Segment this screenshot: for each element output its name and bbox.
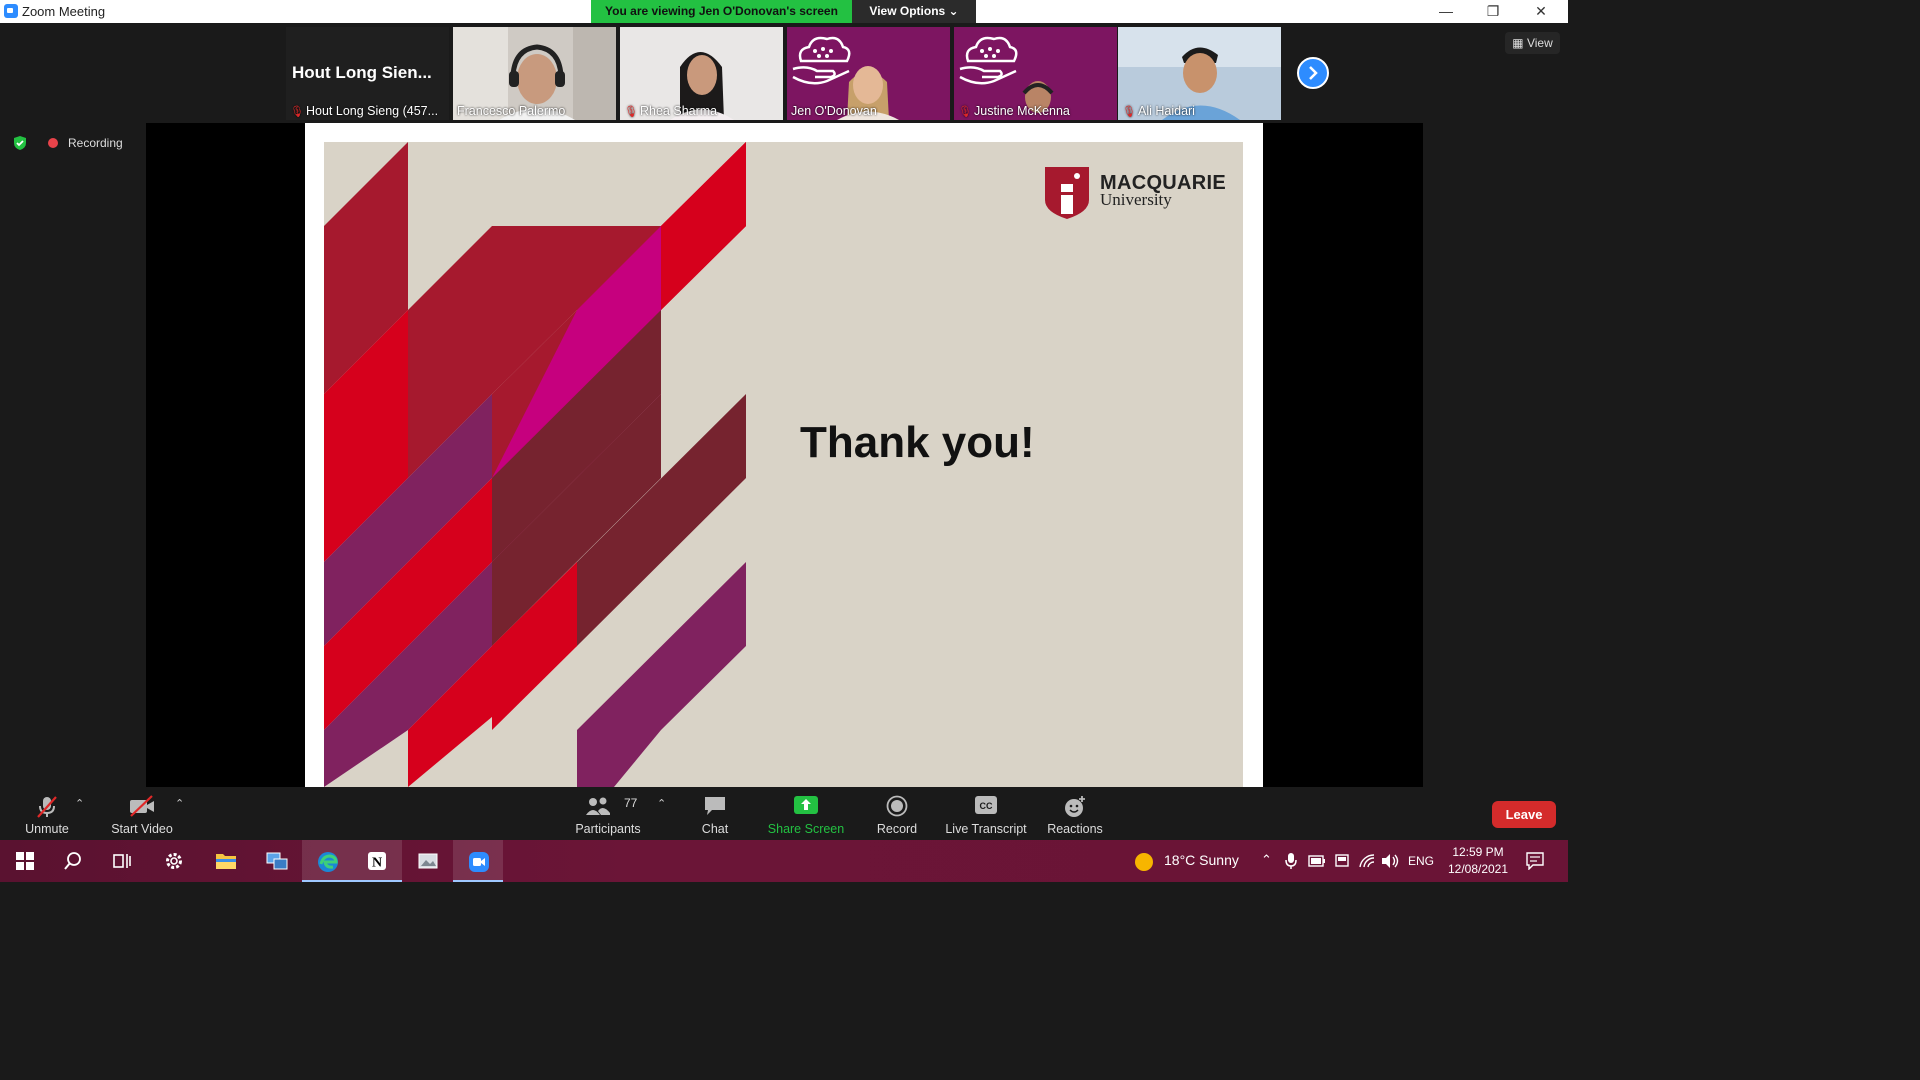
title-bar: Zoom Meeting You are viewing Jen O'Donov… [0, 0, 1568, 23]
logo-subtext: University [1100, 190, 1172, 209]
closed-caption-icon: CC [975, 796, 997, 814]
participant-name: 🎙 Rhea Sharma [624, 104, 718, 118]
participant-tile[interactable]: Francesco Palermo [453, 27, 616, 120]
reactions-icon [1065, 796, 1085, 817]
image-viewer-icon [418, 853, 438, 869]
participant-tile[interactable]: Hout Long Sien... 🎙 Hout Long Sieng (457.… [286, 27, 449, 120]
search-button[interactable] [48, 840, 98, 882]
grid-icon: ▦ [1512, 36, 1527, 50]
participant-name: 🎙 Ali Haidari [1122, 104, 1195, 118]
windows-taskbar: N 18°C Sunny ⌃ ENG 12:59 PM 12/08/2021 [0, 840, 1568, 882]
security-shield-icon[interactable] [12, 135, 28, 151]
notion-icon: N [368, 852, 386, 871]
decorative-stripes [324, 142, 746, 787]
participants-options-caret-icon[interactable]: ⌃ [657, 797, 666, 810]
muted-mic-icon: 🎙 [290, 106, 304, 118]
taskbar-edge-app[interactable] [302, 840, 352, 882]
next-participants-button[interactable] [1297, 57, 1329, 89]
unmute-button[interactable]: Unmute [14, 787, 80, 840]
task-view-button[interactable] [97, 840, 147, 882]
sunny-weather-icon[interactable] [1134, 852, 1154, 872]
participant-name: Francesco Palermo [457, 104, 566, 118]
recording-dot-icon [48, 138, 58, 148]
viewing-screen-banner: You are viewing Jen O'Donovan's screen [591, 0, 852, 23]
display-icon[interactable] [1334, 853, 1350, 869]
taskbar-photos-app[interactable] [402, 840, 452, 882]
close-icon[interactable]: ✕ [1518, 0, 1564, 23]
task-view-icon [113, 854, 131, 868]
search-icon [64, 852, 81, 870]
participant-tile[interactable]: 🎙 Justine McKenna [954, 27, 1117, 120]
share-screen-button[interactable]: Share Screen [762, 787, 850, 840]
taskbar-notion-app[interactable]: N [352, 840, 402, 882]
weather-text[interactable]: 18°C Sunny [1164, 852, 1239, 868]
notifications-icon[interactable] [1526, 852, 1544, 870]
video-off-icon [130, 795, 154, 817]
input-language[interactable]: ENG [1408, 854, 1434, 868]
chevron-right-icon [1309, 66, 1318, 80]
share-screen-icon [794, 796, 818, 814]
slide-heading: Thank you! [800, 418, 1035, 467]
record-icon [886, 795, 908, 817]
participants-icon [586, 797, 610, 815]
audio-options-caret-icon[interactable]: ⌃ [75, 797, 84, 810]
taskbar-file-explorer-app[interactable] [200, 840, 250, 882]
speaker-volume-icon[interactable] [1381, 853, 1399, 869]
taskbar-network-app[interactable] [251, 840, 301, 882]
start-button[interactable] [0, 840, 50, 882]
participant-tile[interactable]: 🎙 Rhea Sharma [620, 27, 783, 120]
clock-date: 12/08/2021 [1447, 862, 1509, 876]
recording-indicator[interactable]: Recording [40, 132, 126, 154]
view-layout-button[interactable]: ▦ View [1505, 32, 1560, 54]
zoom-app-icon [4, 4, 18, 18]
windows-logo-icon [16, 852, 34, 870]
meeting-toolbar: Unmute ⌃ Start Video ⌃ 77 Participants ⌃… [0, 787, 1568, 840]
battery-icon[interactable] [1308, 855, 1326, 867]
record-button[interactable]: Record [870, 787, 924, 840]
chat-icon [705, 797, 725, 815]
video-options-caret-icon[interactable]: ⌃ [175, 797, 184, 810]
svg-text:CC: CC [980, 801, 993, 811]
participant-name: Jen O'Donovan [791, 104, 877, 118]
wifi-icon[interactable] [1358, 853, 1376, 869]
participant-name: 🎙 Justine McKenna [958, 104, 1070, 118]
taskbar-zoom-app[interactable] [453, 840, 503, 882]
participant-tile[interactable]: 🎙 Ali Haidari [1118, 27, 1281, 120]
window-title: Zoom Meeting [22, 4, 106, 19]
live-transcript-button[interactable]: CC Live Transcript [942, 787, 1030, 840]
gear-icon [166, 853, 182, 869]
muted-mic-icon [37, 796, 57, 818]
edge-browser-icon [318, 852, 338, 872]
network-computer-icon [266, 852, 288, 870]
shared-slide: MACQUARIE University Thank you! [324, 142, 1243, 787]
microphone-icon[interactable] [1285, 852, 1297, 870]
muted-mic-icon: 🎙 [1122, 106, 1136, 118]
taskbar-settings-app[interactable] [149, 840, 199, 882]
participants-button[interactable]: 77 Participants [570, 787, 646, 840]
start-video-button[interactable]: Start Video [106, 787, 178, 840]
muted-mic-icon: 🎙 [958, 106, 972, 118]
macquarie-logo-icon [1045, 167, 1089, 219]
leave-meeting-button[interactable]: Leave [1492, 801, 1556, 828]
muted-mic-icon: 🎙 [624, 106, 638, 118]
participant-name: 🎙 Hout Long Sieng (457... [290, 104, 439, 118]
recording-label: Recording [68, 136, 123, 150]
clock-time: 12:59 PM [1452, 845, 1504, 859]
reactions-button[interactable]: Reactions [1044, 787, 1106, 840]
participants-count: 77 [624, 796, 638, 810]
participant-tile-active-speaker[interactable]: Jen O'Donovan [787, 27, 950, 120]
chevron-up-icon[interactable]: ⌃ [1261, 852, 1272, 868]
chat-button[interactable]: Chat [690, 787, 740, 840]
folder-icon [216, 854, 236, 869]
minimize-icon[interactable]: — [1423, 0, 1469, 23]
restore-icon[interactable]: ❐ [1470, 0, 1516, 23]
participant-display-name: Hout Long Sien... [292, 63, 432, 82]
svg-text:N: N [372, 856, 382, 871]
zoom-icon [469, 852, 489, 872]
system-clock[interactable]: 12:59 PM 12/08/2021 [1438, 844, 1518, 878]
view-options-button[interactable]: View Options ⌄ [852, 0, 976, 23]
